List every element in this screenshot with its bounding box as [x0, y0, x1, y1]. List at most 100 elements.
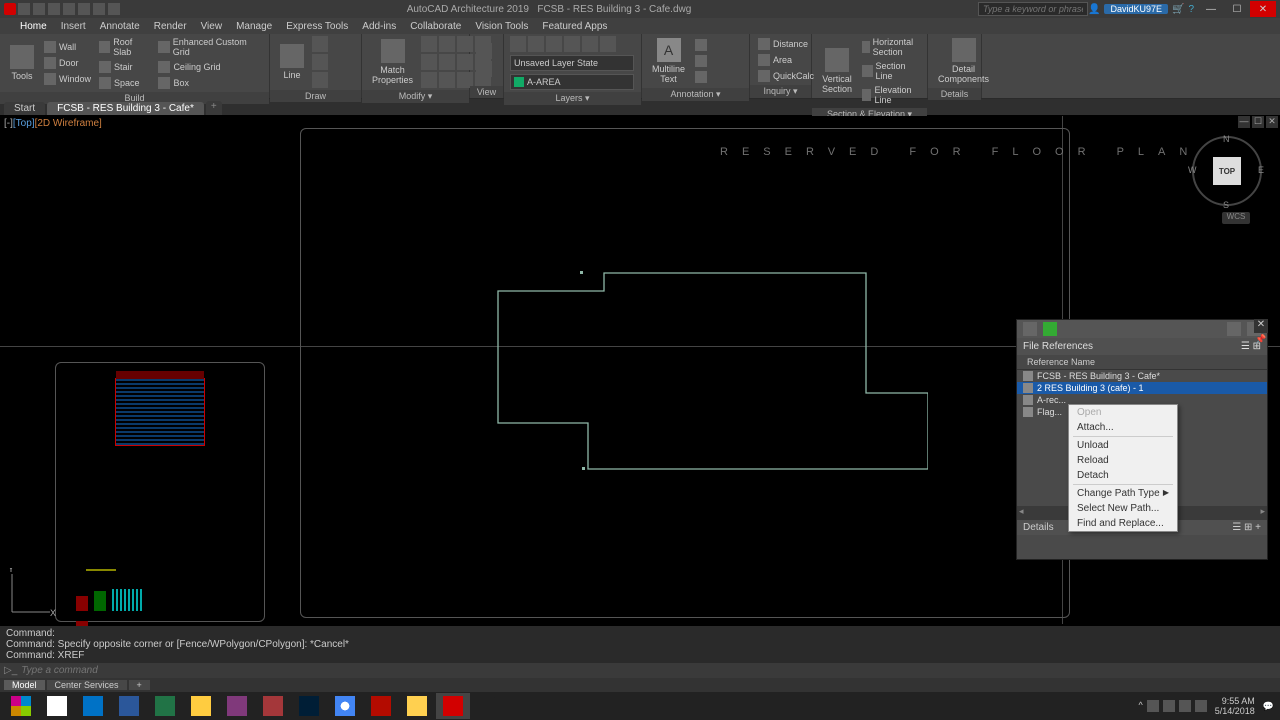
vertical-section-button[interactable]: Vertical Section [818, 46, 856, 96]
model-tab[interactable]: Model [4, 680, 45, 690]
layer-state-combo[interactable]: Unsaved Layer State [510, 55, 634, 71]
tray-network-icon[interactable] [1179, 700, 1191, 712]
detail-components-button[interactable]: Detail Components [934, 36, 993, 86]
tray-icon-2[interactable] [1163, 700, 1175, 712]
viewcube[interactable]: N S E W TOP [1192, 136, 1262, 206]
layer-combo[interactable]: A-AREA [510, 74, 634, 90]
taskbar-chrome-icon[interactable] [328, 693, 362, 719]
leader-icon[interactable] [693, 38, 709, 52]
layer-icon-1[interactable] [510, 36, 526, 52]
vp-minimize-icon[interactable]: — [1238, 116, 1250, 128]
customgrid-button[interactable]: Enhanced Custom Grid [156, 36, 263, 58]
command-input[interactable] [21, 665, 1276, 676]
quickcalc-button[interactable]: QuickCalc [756, 69, 816, 83]
xref-help-icon[interactable] [1227, 322, 1241, 336]
polyline-icon[interactable] [312, 36, 328, 52]
tab-annotate[interactable]: Annotate [100, 21, 140, 32]
wall-button[interactable]: Wall [42, 40, 93, 54]
window-button[interactable]: Window [42, 72, 93, 86]
vp-maximize-icon[interactable]: ☐ [1252, 116, 1264, 128]
layer-icon-5[interactable] [582, 36, 598, 52]
task-view-icon[interactable] [40, 693, 74, 719]
minimize-button[interactable]: — [1198, 1, 1224, 17]
layout-tab-add[interactable]: + [129, 680, 150, 690]
menu-unload[interactable]: Unload [1069, 438, 1177, 453]
circle-icon[interactable] [312, 54, 328, 70]
menu-reload[interactable]: Reload [1069, 453, 1177, 468]
xref-refresh-icon[interactable] [1043, 322, 1057, 336]
user-badge[interactable]: DavidKU97E [1104, 4, 1168, 14]
tab-manage[interactable]: Manage [236, 21, 272, 32]
xref-column-name[interactable]: Reference Name [1017, 355, 1267, 370]
tab-start[interactable]: Start [4, 102, 45, 115]
tray-icon-1[interactable] [1147, 700, 1159, 712]
qat-undo-icon[interactable] [93, 3, 105, 15]
ceilinggrid-button[interactable]: Ceiling Grid [156, 60, 263, 74]
tab-home[interactable]: Home [20, 21, 47, 32]
horizontal-section-button[interactable]: Horizontal Section [860, 36, 921, 58]
qat-redo-icon[interactable] [108, 3, 120, 15]
menu-select-new-path[interactable]: Select New Path... [1069, 501, 1177, 516]
scale-icon[interactable] [439, 72, 455, 88]
tab-render[interactable]: Render [154, 21, 187, 32]
box-button[interactable]: Box [156, 76, 263, 90]
table-icon[interactable] [693, 70, 709, 84]
layer-icon-2[interactable] [528, 36, 544, 52]
taskbar-explorer-icon[interactable] [184, 693, 218, 719]
app-logo-icon[interactable] [4, 3, 16, 15]
line-button[interactable]: Line [276, 42, 308, 82]
rotate-icon[interactable] [439, 36, 455, 52]
taskbar-acrobat-icon[interactable] [364, 693, 398, 719]
taskbar-word-icon[interactable] [112, 693, 146, 719]
tab-vision-tools[interactable]: Vision Tools [475, 21, 528, 32]
taskbar-photoshop-icon[interactable] [292, 693, 326, 719]
taskbar-autocad-icon[interactable] [436, 693, 470, 719]
infocenter-icon[interactable]: 🛒 [1172, 4, 1184, 15]
maximize-button[interactable]: ☐ [1224, 1, 1250, 17]
system-tray[interactable]: ^ [1139, 700, 1207, 712]
area-button[interactable]: Area [756, 53, 816, 67]
mtext-button[interactable]: AMultiline Text [648, 36, 689, 86]
door-button[interactable]: Door [42, 56, 93, 70]
ucs-icon[interactable]: YX [6, 568, 56, 620]
stair-button[interactable]: Stair [97, 60, 152, 74]
taskbar-folder-icon[interactable] [400, 693, 434, 719]
space-button[interactable]: Space [97, 76, 152, 90]
taskbar-clock[interactable]: 9:55 AM 5/14/2018 [1215, 696, 1255, 716]
start-button[interactable] [4, 693, 38, 719]
xref-row-current[interactable]: FCSB - RES Building 3 - Cafe* [1017, 370, 1267, 382]
taskbar-access-icon[interactable] [256, 693, 290, 719]
xref-details-header[interactable]: Details [1023, 522, 1054, 533]
match-properties-button[interactable]: Match Properties [368, 37, 417, 87]
menu-attach[interactable]: Attach... [1069, 420, 1177, 435]
move-icon[interactable] [421, 36, 437, 52]
dim-icon[interactable] [693, 54, 709, 68]
stretch-icon[interactable] [421, 72, 437, 88]
vp-close-icon[interactable]: ✕ [1266, 116, 1278, 128]
qat-saveas-icon[interactable] [63, 3, 75, 15]
tab-addins[interactable]: Add-ins [362, 21, 396, 32]
qat-open-icon[interactable] [33, 3, 45, 15]
qat-plot-icon[interactable] [78, 3, 90, 15]
viewport-label[interactable]: [-][Top][2D Wireframe] [4, 118, 102, 129]
close-button[interactable]: ✕ [1250, 1, 1276, 17]
layer-icon-6[interactable] [600, 36, 616, 52]
roofslab-button[interactable]: Roof Slab [97, 36, 152, 58]
tab-insert[interactable]: Insert [61, 21, 86, 32]
infocenter-search-input[interactable] [978, 2, 1088, 16]
action-center-icon[interactable]: 💬 [1263, 701, 1274, 712]
viewcube-face[interactable]: TOP [1213, 157, 1241, 185]
view-icon-2[interactable] [476, 61, 492, 77]
menu-change-path-type[interactable]: Change Path Type▶ [1069, 486, 1177, 501]
wcs-button[interactable]: WCS [1222, 212, 1250, 224]
elevation-line-button[interactable]: Elevation Line [860, 84, 921, 106]
taskbar-onenote-icon[interactable] [220, 693, 254, 719]
view-icon-1[interactable] [476, 43, 492, 59]
tab-collaborate[interactable]: Collaborate [410, 21, 461, 32]
distance-button[interactable]: Distance [756, 37, 816, 51]
tools-button[interactable]: Tools [6, 43, 38, 83]
palette-pin-icon[interactable]: 📌 [1254, 334, 1268, 348]
layout-tab-1[interactable]: Center Services [47, 680, 127, 690]
taskbar-outlook-icon[interactable] [76, 693, 110, 719]
layer-icon-4[interactable] [564, 36, 580, 52]
